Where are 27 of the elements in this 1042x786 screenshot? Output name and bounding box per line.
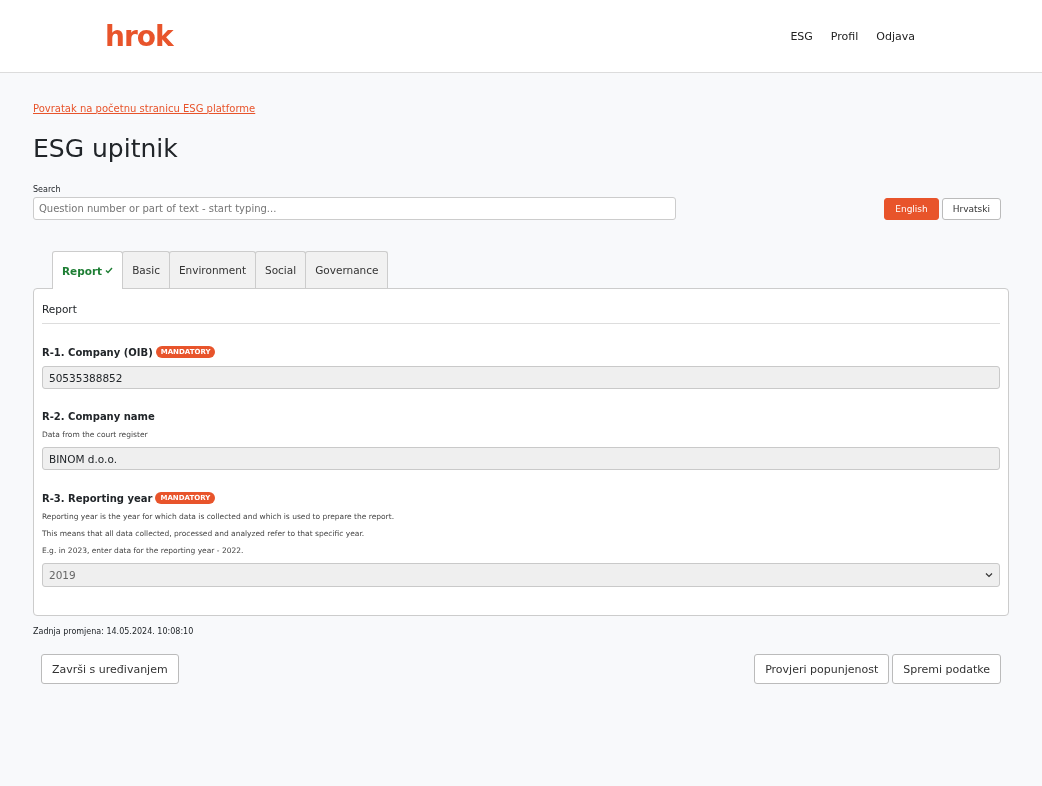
tab[interactable]: Governance <box>305 251 389 288</box>
action-button[interactable]: Provjeri popunjenost <box>754 654 890 684</box>
action-button[interactable]: Spremi podatke <box>892 654 1001 684</box>
language-button[interactable]: English <box>884 198 939 220</box>
search-label: Search <box>33 185 62 194</box>
section-title: Report <box>42 303 1000 324</box>
finish-editing-button[interactable]: Završi s uređivanjem <box>41 654 179 684</box>
nav-link[interactable]: ESG <box>790 29 813 43</box>
tab[interactable]: Environment <box>168 251 256 288</box>
page-title: ESG upitnik <box>33 134 179 163</box>
input-field[interactable]: 50535388852 <box>42 366 1000 389</box>
last-change-text: Zadnja promjena: 14.05.2024. 10:08:10 <box>33 627 195 636</box>
back-link[interactable]: Povratak na početnu stranicu ESG platforme <box>33 103 256 114</box>
tab[interactable]: Report <box>52 251 124 289</box>
language-button[interactable]: Hrvatski <box>941 198 1001 220</box>
nav-link[interactable]: Odjava <box>876 29 915 43</box>
logo[interactable]: hrok <box>105 19 173 53</box>
search-field[interactable]: Question number or part of text - start typing... <box>33 197 676 220</box>
chevron-icon <box>985 571 993 579</box>
select-field[interactable]: 2019 <box>42 563 1000 587</box>
nav-link[interactable]: Profil <box>830 29 859 43</box>
question-label: R-1. Company (OIB) <box>42 346 153 358</box>
question-label: R-3. Reporting year <box>42 492 153 504</box>
question-label: R-2. Company name <box>42 411 155 422</box>
tab[interactable]: Social <box>255 251 307 288</box>
input-field[interactable]: BINOM d.o.o. <box>42 447 1000 470</box>
tab[interactable]: Basic <box>122 251 170 288</box>
